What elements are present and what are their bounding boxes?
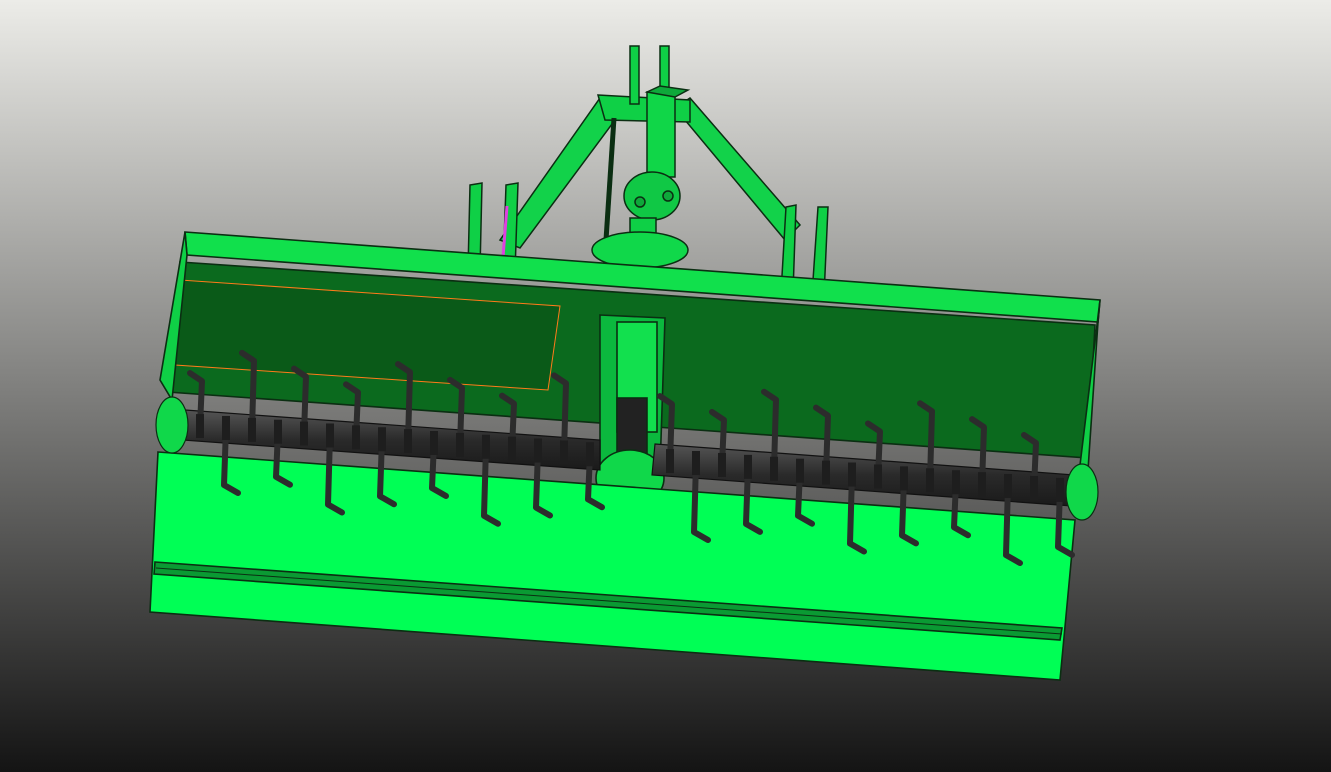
yoke-bolt-right [662,190,674,202]
blade-holder [744,454,752,479]
blade-holder [952,470,960,495]
blade-holder [1056,477,1064,502]
cad-viewport[interactable] [0,0,1331,772]
blade-holder [352,425,360,450]
blade-holder [822,460,830,485]
hitch-top-plate-left [629,45,640,105]
blade-holder [222,415,230,440]
blade-holder [586,442,594,467]
blade-holder [456,432,464,457]
blade-holder [534,438,542,463]
blade-holder [848,462,856,487]
blade-holder [378,427,386,452]
yoke-bolt-left [634,196,646,208]
blade-holder [666,449,674,474]
blade-holder [770,456,778,481]
blade-holder [900,466,908,491]
blade-holder [926,468,934,493]
blade-holder [874,464,882,489]
blade-holder [796,458,804,483]
blade-holder [248,417,256,442]
left-bearing-hub [155,396,189,454]
blade-holder [430,431,438,455]
blade-holder [326,423,334,448]
blade-holder [508,436,516,461]
blade-holder [482,434,490,459]
blade-holder [1030,475,1038,500]
blade-holder [560,440,568,465]
right-bearing-hub [1065,463,1099,521]
rotary-tiller-model[interactable] [0,0,1331,772]
blade-holder [978,472,986,497]
center-case-bolt-panel [616,397,648,459]
blade-holder [300,421,308,446]
blade-holder [718,452,726,477]
blade-holder [274,419,282,444]
blade-holder [692,451,700,476]
pto-square-shaft [646,91,676,178]
blade-holder [404,429,412,454]
blade-holder [1004,474,1012,499]
blade-holder [196,414,204,439]
